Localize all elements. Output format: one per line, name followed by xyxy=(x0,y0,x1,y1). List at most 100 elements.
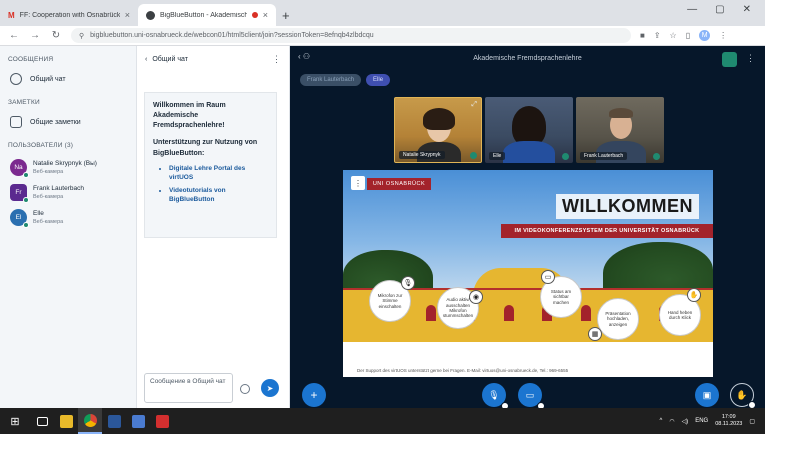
send-button[interactable]: ➤ xyxy=(261,379,279,397)
slide-menu-button[interactable]: ⋮ xyxy=(351,176,365,190)
support-links: Digitale Lehre Portal des virtUOS Videot… xyxy=(169,164,268,205)
close-window-button[interactable]: ✕ xyxy=(743,4,751,15)
notes-header: ЗАМЕТКИ xyxy=(8,99,40,106)
browser-tab-bbb[interactable]: BigBlueButton - Akademische × xyxy=(138,4,276,26)
keyboard-language[interactable]: ENG xyxy=(695,418,708,424)
microphone-button[interactable]: 🎙 xyxy=(482,383,509,410)
tab-close-icon[interactable]: × xyxy=(125,10,130,20)
new-tab-button[interactable]: + xyxy=(276,8,296,26)
windows-start-icon[interactable]: ⊞ xyxy=(0,415,30,428)
save-disk-icon[interactable] xyxy=(126,408,150,434)
browser-tab-gmail[interactable]: M FF: Cooperation with Osnabrück × xyxy=(0,4,138,26)
info-bubble-presentation: Präsentation hochladen, anzeigen xyxy=(597,298,639,340)
building-window xyxy=(503,305,514,321)
link-videotutorials[interactable]: Videotutorials von BigBlueButton xyxy=(169,186,268,205)
url-input[interactable]: ⚲ bigbluebutton.uni-osnabrueck.de/webcon… xyxy=(71,28,631,43)
expand-icon[interactable]: ⤢ xyxy=(471,101,477,109)
support-title: Unterstützung zur Nutzung von BigBlueBut… xyxy=(153,139,258,157)
shared-notes-item[interactable]: Общие заметки xyxy=(6,112,130,132)
chat-message-input[interactable]: Сообщение в Общий чат xyxy=(144,373,233,403)
welcome-title: Willkommen im Raum Akademische Fremdspra… xyxy=(153,102,226,130)
actions-button[interactable]: + xyxy=(302,383,326,407)
camera-button[interactable]: ▭ xyxy=(518,383,545,410)
profile-avatar[interactable]: M xyxy=(699,30,711,41)
shared-notes-label: Общие заметки xyxy=(30,118,81,126)
tab-close-icon[interactable]: × xyxy=(263,10,268,20)
webcam-status-icon xyxy=(23,197,29,203)
user-status: Веб-камера xyxy=(33,168,64,175)
tray-chevron-up-icon[interactable]: ^ xyxy=(659,418,662,424)
video-tile[interactable]: ⤢ Natalie Skrypnyk xyxy=(394,97,482,163)
mic-status-icon xyxy=(562,153,569,160)
video-tile[interactable]: Frank Lauterbach xyxy=(576,97,664,163)
url-text: bigbluebutton.uni-osnabrueck.de/webcon01… xyxy=(90,32,374,39)
maximize-button[interactable]: ▢ xyxy=(715,4,724,15)
user-item[interactable]: Fr Frank Lauterbach Веб-камера xyxy=(6,180,130,205)
address-bar: ← → ↻ ⚲ bigbluebutton.uni-osnabrueck.de/… xyxy=(0,26,765,46)
user-item[interactable]: Na Natalie Skrypnyk (Вы) Веб-камера xyxy=(6,155,130,180)
participant-body xyxy=(503,141,555,163)
slide-headline: WILLKOMMEN xyxy=(556,194,699,219)
user-name: Natalie Skrypnyk (Вы) xyxy=(33,160,97,168)
chrome-icon[interactable] xyxy=(78,408,102,434)
browser-tabbar: M FF: Cooperation with Osnabrück × BigBl… xyxy=(0,0,765,26)
windows-taskbar: ⊞ ^ ◠ ◁) ENG 17:09 08.11.2023 ▢ xyxy=(0,408,765,434)
talker-pill[interactable]: Elle xyxy=(366,74,391,86)
talking-indicator: Frank Lauterbach Elle xyxy=(300,74,391,86)
link-digitale-lehre[interactable]: Digitale Lehre Portal des virtUOS xyxy=(169,164,268,183)
avatar: Na xyxy=(10,159,29,178)
avatar-initials: Na xyxy=(14,164,23,171)
user-status: Веб-камера xyxy=(33,218,64,225)
avatar: Fr xyxy=(10,184,29,203)
camera-permission-icon[interactable]: ■ xyxy=(640,31,645,40)
back-arrow-icon[interactable]: ← xyxy=(8,30,20,41)
volume-icon[interactable]: ◁) xyxy=(682,418,689,425)
video-tile[interactable]: Elle xyxy=(485,97,573,163)
notes-icon xyxy=(10,116,22,128)
chevron-left-icon[interactable]: ‹ xyxy=(145,56,147,63)
chat-panel: ‹ Общий чат ⋮ Willkommen im Raum Akademi… xyxy=(137,46,290,408)
sidepanel-icon[interactable]: ▯ xyxy=(686,31,690,40)
conference-title: Akademische Fremdsprachenlehre xyxy=(473,55,582,62)
network-icon[interactable]: ◠ xyxy=(669,418,674,425)
welcome-message: Willkommen im Raum Akademische Fremdspra… xyxy=(144,92,277,238)
forward-arrow-icon[interactable]: → xyxy=(29,30,41,41)
video-strip: ⤢ Natalie Skrypnyk Elle Frank Lauterbach xyxy=(394,97,664,163)
presentation-button[interactable]: ▣ xyxy=(695,383,719,407)
bookmark-star-icon[interactable]: ☆ xyxy=(670,31,677,40)
options-menu-icon[interactable]: ⋮ xyxy=(746,53,755,64)
messages-header: СООБЩЕНИЯ xyxy=(8,56,54,63)
system-tray: ^ ◠ ◁) ENG 17:09 08.11.2023 ▢ xyxy=(659,414,765,428)
slide-footer: Der Support des virtUOS unterstützt gern… xyxy=(343,363,713,377)
avatar-initials: Fr xyxy=(15,189,22,196)
microphone-icon: 🎙 xyxy=(401,276,415,290)
minimize-button[interactable]: — xyxy=(687,4,697,15)
acrobat-icon[interactable] xyxy=(150,408,174,434)
talker-pill[interactable]: Frank Lauterbach xyxy=(300,74,362,86)
building-window xyxy=(426,305,437,321)
user-status: Веб-камера xyxy=(33,193,64,200)
word-icon[interactable] xyxy=(102,408,126,434)
video-name-label: Elle xyxy=(489,152,506,160)
reload-icon[interactable]: ↻ xyxy=(50,30,62,41)
task-view-icon[interactable] xyxy=(30,408,54,434)
site-info-icon[interactable]: ⚲ xyxy=(79,32,84,40)
presentation-slide[interactable]: ⋮ UNI OSNABRÜCK WILLKOMMEN IM VIDEOKONFE… xyxy=(343,170,713,377)
mic-status-icon xyxy=(653,153,660,160)
chat-title[interactable]: Общий чат xyxy=(152,56,188,63)
connection-status-icon[interactable] xyxy=(722,52,737,67)
user-item[interactable]: El Elle Веб-камера xyxy=(6,205,130,230)
userlist-panel: СООБЩЕНИЯ Общий чат ЗАМЕТКИ Общие заметк… xyxy=(0,46,137,408)
raise-hand-button[interactable]: ✋ xyxy=(730,383,756,409)
share-icon[interactable]: ⇪ xyxy=(654,31,661,40)
browser-menu-icon[interactable]: ⋮ xyxy=(719,31,727,40)
clock-time: 17:09 xyxy=(721,414,736,421)
notifications-icon[interactable]: ▢ xyxy=(749,418,755,425)
user-name: Elle xyxy=(33,210,44,218)
file-explorer-icon[interactable] xyxy=(54,408,78,434)
emoji-icon[interactable] xyxy=(240,384,250,394)
system-clock[interactable]: 17:09 08.11.2023 xyxy=(715,414,742,428)
chat-options-icon[interactable]: ⋮ xyxy=(272,54,281,65)
video-name-label: Frank Lauterbach xyxy=(580,152,628,160)
public-chat-item[interactable]: Общий чат xyxy=(6,69,130,89)
